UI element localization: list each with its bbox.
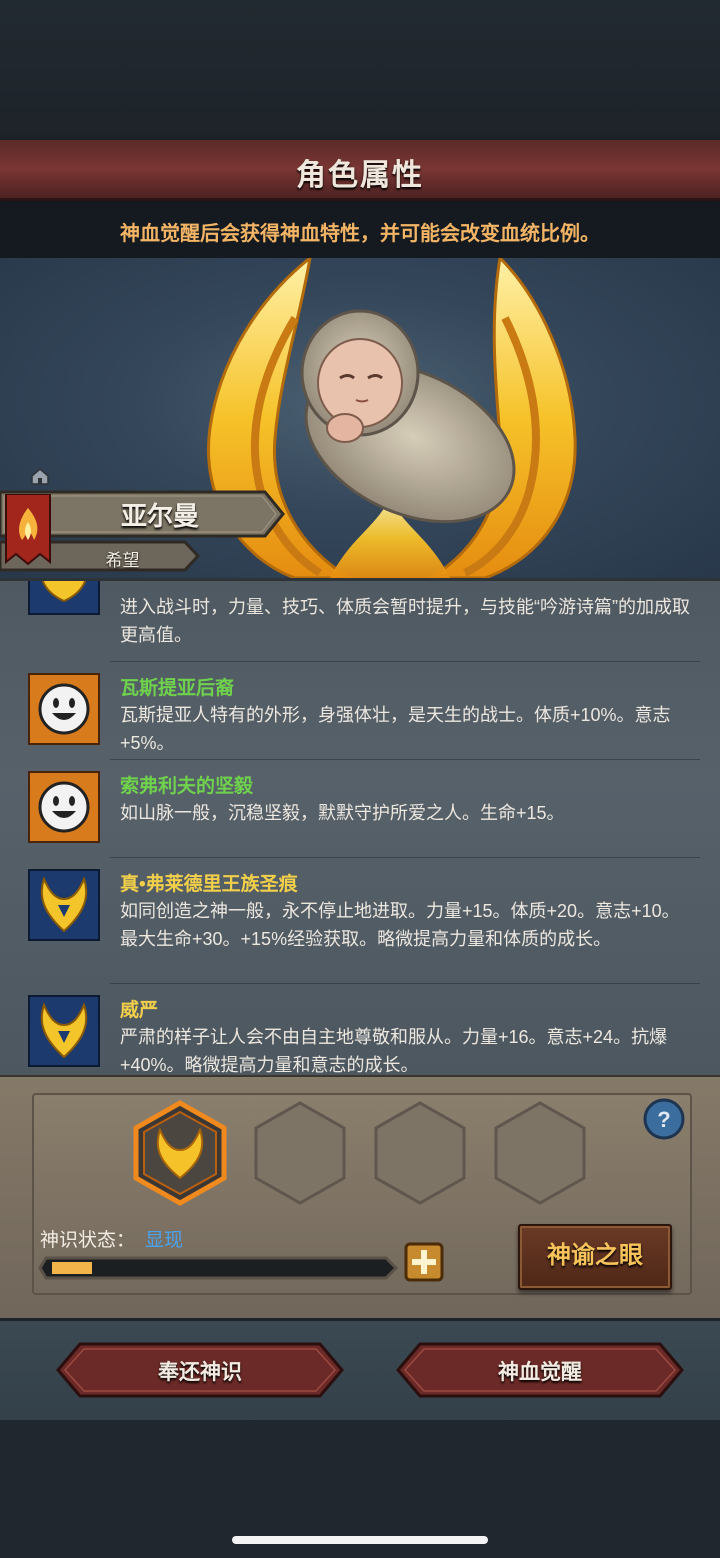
help-icon[interactable]: ? [642,1097,686,1141]
return-divine-label: 奉还神识 [158,1361,242,1384]
divine-status-label: 神识状态： [40,1230,136,1251]
oracle-eye-button[interactable]: 神谕之眼 [518,1224,672,1290]
add-icon[interactable] [404,1242,444,1282]
trait-description: 进入战斗时，力量、技巧、体质会暂时提升，与技能“吟游诗篇”的加成取更高值。 [120,597,690,645]
golden-crown-icon [28,581,100,615]
divine-status-value: 显现 [145,1230,184,1251]
progress-fill [52,1262,92,1274]
golden-crown-icon [28,995,100,1067]
character-name: 亚尔曼 [120,501,199,531]
trait-name: 瓦斯提亚后裔 [120,678,235,699]
divine-slot-empty[interactable] [492,1100,588,1206]
divider [110,661,700,662]
smiley-face-icon [28,771,100,843]
divine-progress-bar [38,1256,398,1280]
trait-name: 真•弗莱德里王族圣痕 [120,874,298,895]
trait-name: 索弗利夫的坚毅 [120,776,254,797]
divine-slot-empty[interactable] [372,1100,468,1206]
home-indicator[interactable] [232,1536,488,1544]
home-icon[interactable] [30,466,50,486]
character-title: 希望 [105,551,140,570]
page-title: 角色属性 [296,159,424,192]
top-safe-area [0,0,720,140]
trait-description: 如同创造之神一般，永不停止地进取。力量+15。体质+20。意志+10。最大生命+… [120,901,680,949]
trait-description: 瓦斯提亚人特有的外形，身强体壮，是天生的战士。体质+10%。意志+5%。 [120,705,671,753]
svg-text:?: ? [657,1107,670,1132]
trait-description: 严肃的样子让人会不由自主地尊敬和服从。力量+16。意志+24。抗爆+40%。略微… [120,1027,668,1075]
trait-name: 威严 [120,1000,159,1021]
divider [110,857,700,858]
awaken-label: 神血觉醒 [498,1361,582,1384]
divine-slot-active[interactable] [132,1100,228,1206]
divine-slot-empty[interactable] [252,1100,348,1206]
trait-description: 如山脉一般，沉稳坚毅，默默守护所爱之人。生命+15。 [120,803,565,823]
hint-text: 神血觉醒后会获得神血特性，并可能会改变血统比例。 [120,223,600,245]
fire-banner-icon [5,494,51,566]
trait-list[interactable]: 进入战斗时，力量、技巧、体质会暂时提升，与技能“吟游诗篇”的加成取更高值。 瓦斯… [0,578,720,1078]
divider [110,983,700,984]
smiley-face-icon [28,673,100,745]
divider [110,759,700,760]
golden-crown-icon [28,869,100,941]
